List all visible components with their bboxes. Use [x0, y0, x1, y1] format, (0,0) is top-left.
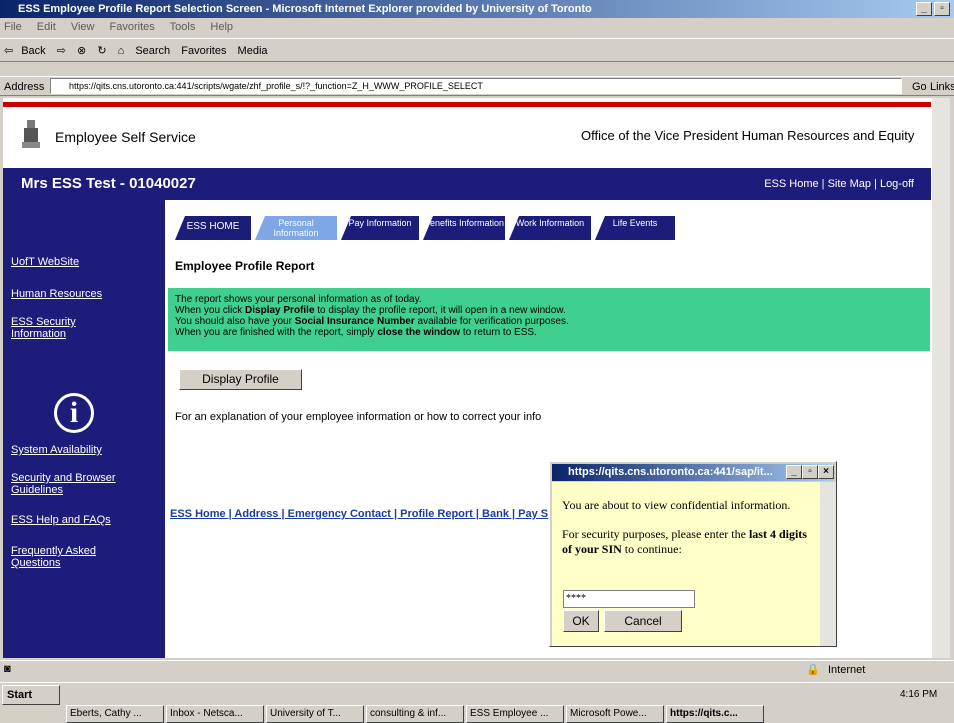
favorites-button[interactable]: Favorites — [181, 45, 226, 57]
status-bar: ◙ 🔒 Internet — [0, 660, 954, 680]
display-profile-button[interactable]: Display Profile — [179, 369, 302, 390]
taskbar-item[interactable]: consulting & inf... — [366, 705, 464, 723]
start-button[interactable]: Start — [2, 685, 60, 705]
menu-view[interactable]: View — [71, 21, 95, 33]
address-label: Address — [4, 81, 45, 93]
sidebar-link-uoft[interactable]: UofT WebSite — [11, 256, 79, 268]
info-line: You should also have your Social Insuran… — [175, 316, 569, 327]
dialog-message: You are about to view confidential infor… — [562, 498, 791, 512]
taskbar-item[interactable]: Eberts, Cathy ... — [66, 705, 164, 723]
tab-life-events[interactable]: Life Events — [595, 216, 675, 240]
page-title: Employee Profile Report — [175, 259, 315, 273]
sidebar-link-guidelines[interactable]: Security and Browser Guidelines — [11, 472, 141, 496]
user-header: Mrs ESS Test - 01040027 ESS Home | Site … — [3, 168, 931, 200]
dialog-maximize-button[interactable]: ▫ — [802, 465, 818, 479]
info-line: When you click Display Profile to displa… — [175, 305, 566, 316]
sidebar-link-hr[interactable]: Human Resources — [11, 288, 102, 300]
info-box: The report shows your personal informati… — [168, 288, 930, 351]
dialog-prompt: For security purposes, please enter the … — [562, 527, 807, 556]
clock: 4:16 PM — [900, 689, 938, 700]
address-input[interactable]: https://qits.cns.utoronto.ca:441/scripts… — [50, 78, 902, 94]
sidebar: UofT WebSite Human Resources ESS Securit… — [3, 200, 165, 658]
info-line: When you are finished with the report, s… — [175, 327, 537, 338]
page-content: Employee Self Service Office of the Vice… — [3, 98, 931, 658]
taskbar-item[interactable]: University of T... — [266, 705, 364, 723]
sidebar-link-help[interactable]: ESS Help and FAQs — [11, 514, 111, 526]
tab-personal-information[interactable]: Personal Information — [255, 216, 337, 240]
tab-work-information[interactable]: Work Information — [509, 216, 591, 240]
menu-help[interactable]: Help — [210, 21, 233, 33]
stop-icon[interactable]: ⊗ — [77, 45, 86, 57]
menu-tools[interactable]: Tools — [170, 21, 196, 33]
refresh-icon[interactable]: ↻ — [97, 45, 106, 57]
menu-file[interactable]: File — [4, 21, 22, 33]
home-icon[interactable]: ⌂ — [118, 45, 125, 57]
menu-edit[interactable]: Edit — [37, 21, 56, 33]
user-name: Mrs ESS Test - 01040027 — [21, 175, 196, 192]
top-links[interactable]: ESS Home | Site Map | Log-off — [764, 178, 914, 190]
red-divider — [3, 102, 931, 107]
menu-favorites[interactable]: Favorites — [110, 21, 155, 33]
explanation-text: For an explanation of your employee info… — [175, 411, 542, 423]
minimize-button[interactable]: _ — [916, 2, 932, 16]
dialog-minimize-button[interactable]: _ — [786, 465, 802, 479]
bottom-links[interactable]: ESS Home | Address | Emergency Contact |… — [170, 508, 553, 520]
taskbar-item[interactable]: Inbox - Netsca... — [166, 705, 264, 723]
go-button[interactable]: Go — [912, 77, 927, 97]
tab-pay-information[interactable]: Pay Information — [341, 216, 419, 240]
sin-dialog: https://qits.cns.utoronto.ca:441/sap/it.… — [549, 461, 837, 647]
cancel-button[interactable]: Cancel — [604, 610, 682, 632]
tab-ess-home[interactable]: ESS HOME — [175, 216, 251, 240]
app-title: Employee Self Service — [55, 129, 196, 145]
dialog-close-button[interactable]: × — [818, 465, 834, 479]
info-line: The report shows your personal informati… — [175, 294, 422, 305]
uoft-crest-icon — [22, 120, 40, 148]
toolbar: ⇦ Back ⇨ ⊗ ↻ ⌂ Search Favorites Media — [0, 38, 954, 62]
forward-icon[interactable]: ⇨ — [57, 45, 66, 57]
links-button[interactable]: Links — [930, 77, 954, 97]
sin-input[interactable]: **** — [563, 590, 695, 608]
sidebar-link-faq[interactable]: Frequently Asked Questions — [11, 545, 111, 569]
ok-button[interactable]: OK — [563, 610, 599, 632]
back-icon[interactable]: ⇦ — [4, 45, 13, 57]
dialog-scrollbar[interactable] — [820, 482, 836, 646]
maximize-button[interactable]: ▫ — [934, 2, 950, 16]
back-button[interactable]: Back — [21, 45, 45, 57]
page-icon: ◙ — [4, 663, 11, 675]
search-button[interactable]: Search — [135, 45, 170, 57]
sidebar-link-availability[interactable]: System Availability — [11, 444, 102, 456]
office-title: Office of the Vice President Human Resou… — [581, 128, 915, 143]
menu-bar: File Edit View Favorites Tools Help — [0, 18, 954, 36]
taskbar-item-active[interactable]: https://qits.c... — [666, 705, 764, 723]
tab-benefits-information[interactable]: Benefits Information — [423, 216, 505, 240]
sidebar-link-security[interactable]: ESS Security Information — [11, 316, 91, 340]
browser-window: ESS Employee Profile Report Selection Sc… — [0, 0, 954, 723]
lock-icon: 🔒 — [806, 664, 820, 676]
dialog-body: You are about to view confidential infor… — [552, 482, 820, 646]
taskbar-item[interactable]: ESS Employee ... — [466, 705, 564, 723]
page-scrollbar[interactable] — [931, 98, 950, 658]
media-button[interactable]: Media — [238, 45, 268, 57]
internet-zone: Internet — [828, 664, 866, 676]
window-title-bar: ESS Employee Profile Report Selection Sc… — [0, 0, 954, 18]
taskbar: Start Eberts, Cathy ... Inbox - Netsca..… — [0, 682, 954, 723]
taskbar-item[interactable]: Microsoft Powe... — [566, 705, 664, 723]
info-icon: i — [54, 393, 94, 433]
